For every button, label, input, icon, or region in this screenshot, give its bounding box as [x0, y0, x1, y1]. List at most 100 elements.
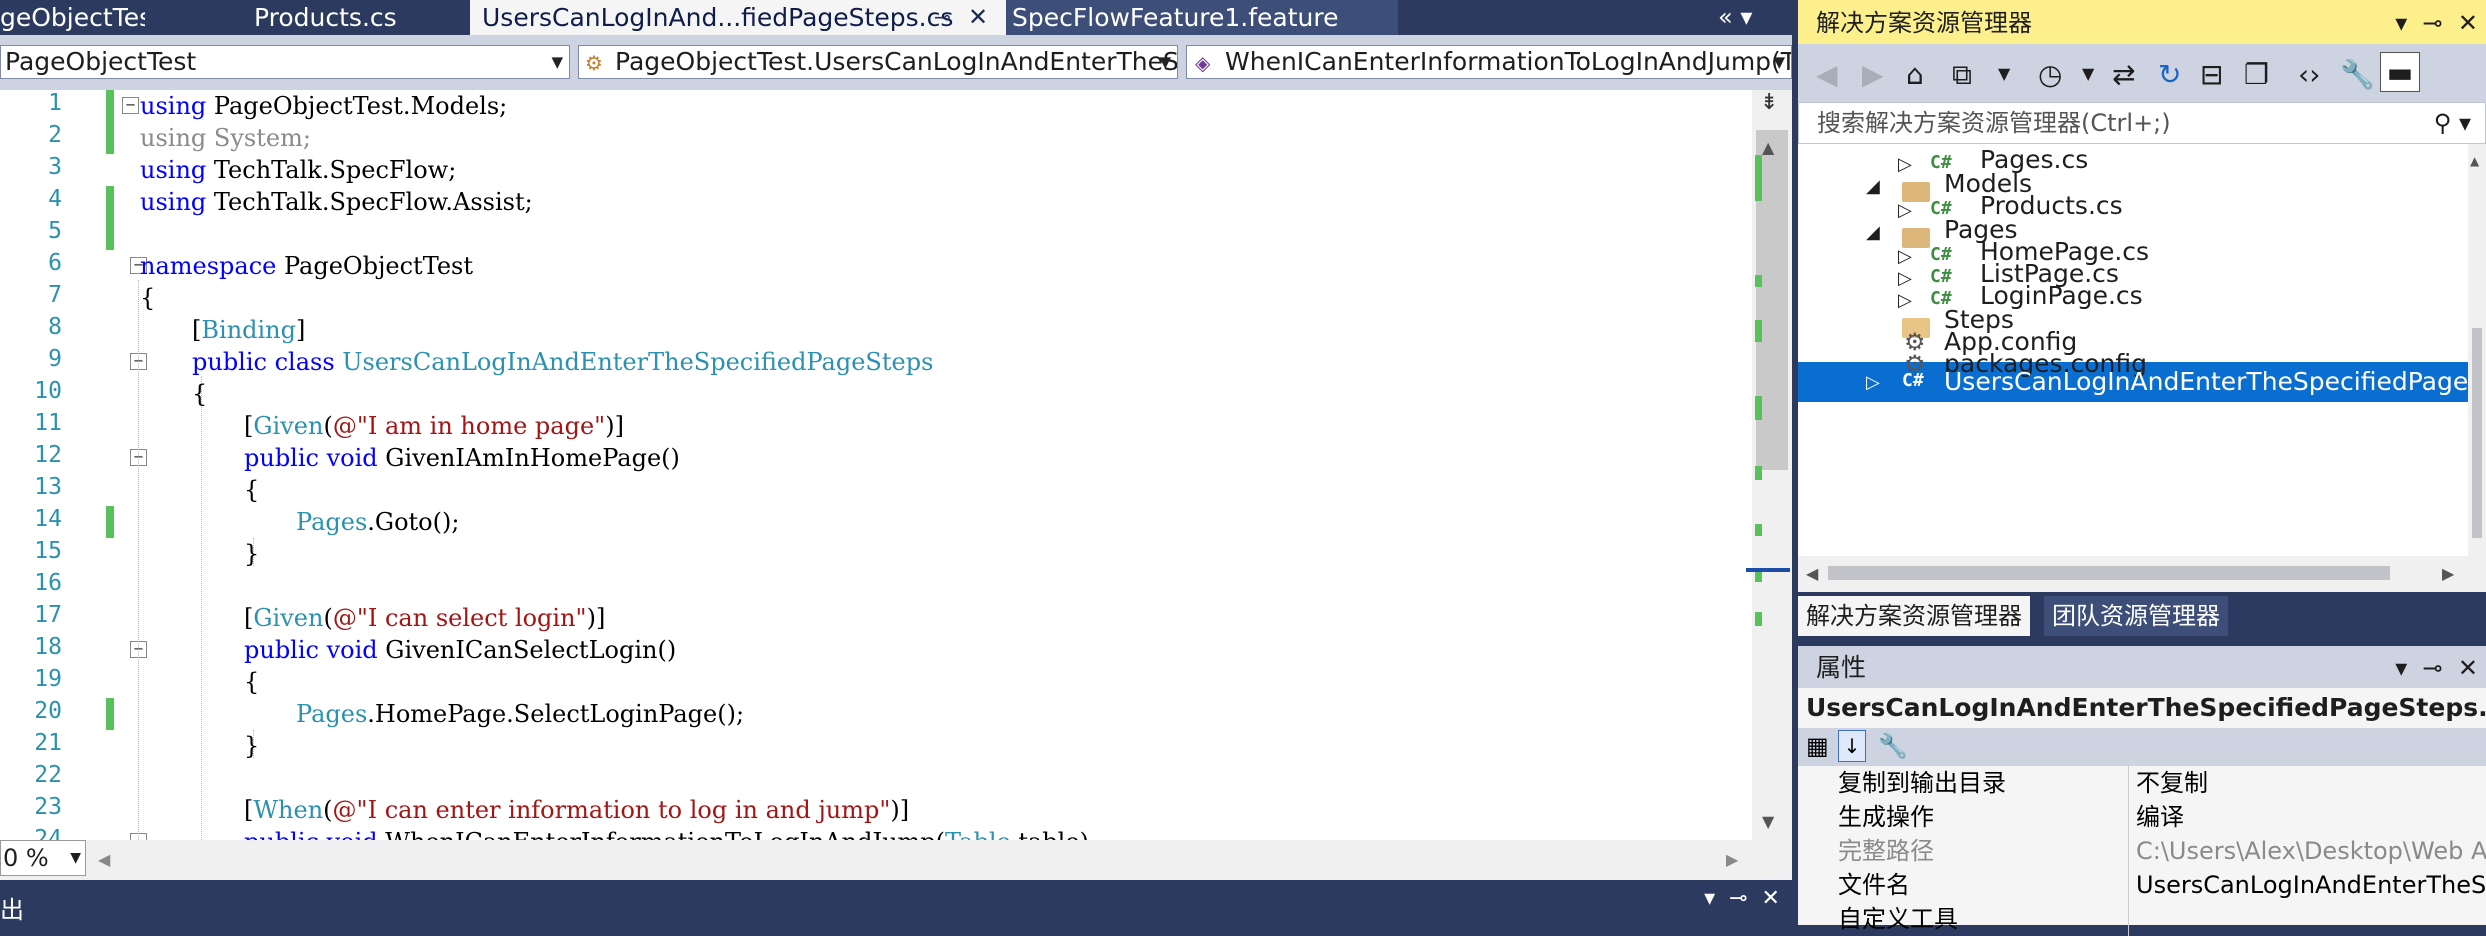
solution-explorer-title: 解决方案资源管理器 ▾ ⊸ ✕ [1798, 0, 2486, 44]
class-dropdown[interactable]: ⚙ PageObjectTest.UsersCanLogInAndEnterThe… [578, 45, 1178, 79]
scroll-right-icon[interactable]: ▶ [1726, 850, 1738, 869]
properties-object-selector[interactable]: UsersCanLogInAndEnterTheSpecifiedPageSte… [1798, 688, 2486, 728]
solution-tree: ▷ C# Pages.cs ◢ Models ▷ C# Products.cs … [1798, 144, 2486, 556]
code-text: { [192, 380, 208, 408]
expand-icon[interactable]: ▷ [1866, 372, 1880, 393]
line-number: 22 [34, 762, 62, 788]
refresh-icon[interactable]: ↻ [2158, 58, 2181, 91]
property-value: C:\Users\Alex\Desktop\Web Au [2136, 837, 2486, 865]
chevron-down-icon: ▼ [551, 53, 563, 71]
view-code-icon[interactable]: ‹› [2298, 58, 2320, 91]
pending-changes-icon[interactable]: ◷ [2038, 58, 2062, 91]
property-row[interactable]: 复制到输出目录 不复制 [1798, 766, 2486, 800]
scroll-right-icon[interactable]: ▶ [2442, 564, 2454, 583]
code-text-area[interactable]: − − − − − − using PageObjectTest.Models;… [116, 90, 1756, 840]
code-text: table) [1011, 828, 1089, 840]
project-dropdown[interactable]: PageObjectTest ▼ [0, 45, 570, 79]
window-buttons[interactable]: ▾ ⊸ ✕ [2395, 646, 2478, 690]
line-number: 18 [34, 634, 62, 660]
code-text: TechTalk.SpecFlow; [206, 156, 457, 184]
solution-explorer-toolbar: ◀ ▶ ⌂ ⧉ ▼ ◷ ▼ ⇄ ↻ ⊟ ❐ ‹› 🔧 ▬ [1798, 44, 2486, 102]
tab-label: geObjectTest [0, 3, 145, 32]
code-text: ( [323, 796, 333, 824]
scroll-left-icon[interactable]: ◀ [98, 850, 110, 869]
home-icon[interactable]: ⌂ [1906, 58, 1924, 91]
member-dropdown-value: WhenICanEnterInformationToLogInAndJump(T [1225, 47, 1792, 76]
chevron-down-icon[interactable]: ▼ [1998, 64, 2010, 83]
expand-icon[interactable]: ▷ [1898, 246, 1912, 267]
chevron-down-icon[interactable]: ▼ [2082, 64, 2094, 83]
code-text: .HomePage.SelectLoginPage(); [367, 700, 745, 728]
split-icon[interactable]: ⇟ [1760, 90, 1786, 120]
code-line-4: using TechTalk.SpecFlow.Assist; [140, 186, 533, 218]
property-pages-icon[interactable]: 🔧 [1878, 732, 1908, 760]
tree-vertical-scrollbar[interactable]: ▲ [2468, 144, 2486, 556]
expand-icon[interactable]: ▷ [1898, 200, 1912, 221]
collapse-icon[interactable]: − [122, 97, 139, 114]
categorized-icon[interactable]: ▦ [1806, 732, 1829, 760]
change-marker [106, 90, 114, 154]
scroll-left-icon[interactable]: ◀ [1806, 564, 1818, 583]
property-row[interactable]: 生成操作 编译 [1798, 800, 2486, 834]
scroll-down-icon[interactable]: ▼ [1762, 812, 1774, 831]
document-tab-strip: geObjectTest Products.cs UsersCanLogInAn… [0, 0, 1752, 35]
csharp-file-icon: C# [1930, 244, 1952, 265]
forward-icon[interactable]: ▶ [1862, 58, 1884, 91]
type-name: Table [945, 828, 1011, 840]
tab-solution-explorer[interactable]: 解决方案资源管理器 [1798, 596, 2030, 636]
expand-icon[interactable]: ▷ [1898, 268, 1912, 289]
code-text: )] [890, 796, 910, 824]
code-line-11: [Given(@"I am in home page")] [244, 410, 624, 442]
collapse-all-icon[interactable]: ⊟ [2200, 58, 2223, 91]
property-row[interactable]: 自定义工具 [1798, 902, 2486, 936]
code-text: WhenICanEnterInformationToLogInAndJump( [378, 828, 945, 840]
scroll-up-icon[interactable]: ▲ [2470, 154, 2479, 168]
tab-pageobjecttest[interactable]: geObjectTest [0, 0, 145, 35]
change-marker [1755, 396, 1762, 420]
zoom-dropdown[interactable]: 0 % ▼ [0, 840, 86, 876]
preview-selected-icon[interactable]: ▬ [2380, 52, 2420, 92]
collapse-icon[interactable]: ◢ [1866, 176, 1880, 197]
editor-vertical-scrollbar[interactable]: ⇟ ▼ ▲ [1746, 90, 1792, 840]
solution-explorer-search[interactable]: 搜索解决方案资源管理器(Ctrl+;) ⚲ ▾ [1798, 102, 2486, 144]
editor-horizontal-scrollbar[interactable]: 0 % ▼ ◀ ▶ [0, 840, 1792, 880]
window-buttons[interactable]: ▾ ⊸ ✕ [2395, 0, 2478, 46]
close-icon[interactable]: ✕ [968, 0, 988, 35]
properties-wrench-icon[interactable]: 🔧 [2340, 58, 2375, 91]
scroll-up-icon[interactable]: ▲ [1762, 138, 1774, 157]
code-line-19: { [244, 666, 259, 698]
line-number: 9 [48, 346, 62, 372]
code-line-15: } [244, 538, 259, 570]
show-all-files-icon[interactable]: ❐ [2244, 58, 2269, 91]
search-icon[interactable]: ⚲ ▾ [2434, 103, 2471, 143]
switch-views-icon[interactable]: ⧉ [1952, 58, 1972, 92]
property-row[interactable]: 文件名 UsersCanLogInAndEnterTheSp [1798, 868, 2486, 902]
code-text: { [244, 668, 260, 696]
sync-icon[interactable]: ⇄ [2112, 58, 2135, 91]
code-text: )] [605, 412, 624, 440]
code-text: { [244, 476, 260, 504]
code-editor[interactable]: 1 2 3 4 5 6 7 8 9 10 11 12 13 14 15 16 1… [0, 90, 1792, 840]
tab-steps-cs-active[interactable]: UsersCanLogInAnd...fiedPageSteps.cs ⊸ ✕ [470, 0, 1006, 35]
collapse-icon[interactable]: ◢ [1866, 222, 1880, 243]
keyword: namespace [140, 252, 277, 280]
scroll-thumb[interactable] [2472, 328, 2482, 538]
line-number: 6 [48, 250, 62, 276]
class-dropdown-value: PageObjectTest.UsersCanLogInAndEnterTheS… [615, 47, 1178, 76]
tree-horizontal-scrollbar[interactable]: ◀ ▶ [1798, 556, 2486, 592]
expand-icon[interactable]: ▷ [1898, 154, 1912, 175]
panel-buttons[interactable]: ▾ ⊸ ✕ [1704, 886, 1780, 911]
scroll-thumb[interactable] [1828, 566, 2390, 580]
tab-products-cs[interactable]: Products.cs [254, 0, 454, 35]
expand-icon[interactable]: ▷ [1898, 290, 1912, 311]
member-dropdown[interactable]: ◈ WhenICanEnterInformationToLogInAndJump(… [1186, 45, 1792, 79]
tab-specflowfeature1[interactable]: SpecFlowFeature1.feature [1006, 0, 1398, 35]
tree-item-steps-cs-selected[interactable]: UsersCanLogInAndEnterTheSpecifiedPageSte… [1944, 364, 2486, 400]
alphabetical-icon[interactable]: ↓ [1838, 730, 1866, 762]
back-icon[interactable]: ◀ [1816, 58, 1838, 91]
tab-team-explorer[interactable]: 团队资源管理器 [2044, 596, 2228, 636]
property-row[interactable]: 完整路径 C:\Users\Alex\Desktop\Web Au [1798, 834, 2486, 868]
chevron-down-icon: ▼ [70, 850, 81, 866]
string-literal: @"I can select login" [332, 604, 587, 632]
pin-icon[interactable]: ⊸ [934, 0, 951, 35]
